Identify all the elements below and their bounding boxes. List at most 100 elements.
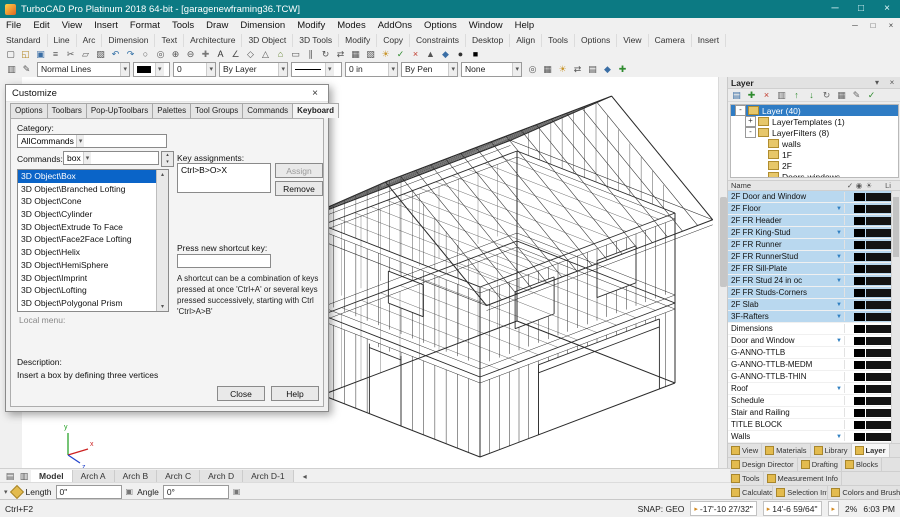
layer-row[interactable]: Schedule ▼: [728, 395, 891, 407]
layer-row[interactable]: 2F FR Stud 24 in oc ▼: [728, 275, 891, 287]
layer-lock-cell[interactable]: [844, 192, 853, 201]
layer-color-swatch[interactable]: [854, 420, 865, 429]
layer-tool-icon[interactable]: ↻: [820, 89, 833, 101]
toolbar-group-tab[interactable]: Tools: [542, 33, 575, 47]
layer-lock-cell[interactable]: [844, 204, 853, 213]
layer-lock-cell[interactable]: [844, 312, 853, 321]
scroll-up-icon[interactable]: ▴: [161, 171, 164, 178]
layer-pen-swatch[interactable]: [866, 372, 891, 381]
palette-tab[interactable]: View: [728, 444, 763, 457]
property-tool-icon[interactable]: ▥: [4, 63, 19, 75]
layer-tool-icon[interactable]: ✚: [745, 89, 758, 101]
toolbar-icon[interactable]: ▣: [33, 48, 48, 60]
toolbar-group-tab[interactable]: 3D Object: [242, 33, 294, 47]
layer-pen-swatch[interactable]: [866, 216, 891, 225]
command-list-item[interactable]: 3D Object\Lofting: [18, 284, 156, 297]
layer-visible-icon[interactable]: ▼: [834, 206, 844, 212]
property-tool-icon[interactable]: ⇄: [570, 63, 585, 75]
layer-color-swatch[interactable]: [854, 396, 865, 405]
toolbar-icon[interactable]: ∠: [228, 48, 243, 60]
layer-list-scrollbar[interactable]: [891, 191, 900, 443]
layer-pen-swatch[interactable]: [866, 360, 891, 369]
layer-color-swatch[interactable]: [854, 288, 865, 297]
palette-tab[interactable]: Measurement Info: [764, 472, 842, 485]
tree-expander-icon[interactable]: -: [745, 127, 756, 139]
layer-pen-swatch[interactable]: [866, 324, 891, 333]
layer-pen-swatch[interactable]: [866, 420, 891, 429]
layer-tool-icon[interactable]: ▤: [730, 89, 743, 101]
snap-mode[interactable]: SNAP: GEO: [638, 504, 685, 514]
layer-lock-cell[interactable]: [844, 432, 853, 441]
menu-item[interactable]: Draw: [200, 18, 234, 33]
by-layer-select[interactable]: By Layer ▾: [219, 61, 288, 77]
layer-lock-cell[interactable]: [844, 288, 853, 297]
layer-tool-icon[interactable]: ↓: [805, 89, 818, 101]
layer-tool-icon[interactable]: ↑: [790, 89, 803, 101]
menu-item[interactable]: Window: [463, 18, 509, 33]
layer-lock-cell[interactable]: [844, 372, 853, 381]
layer-color-swatch[interactable]: [854, 228, 865, 237]
minimize-icon[interactable]: ─: [822, 0, 848, 18]
mdi-close-icon[interactable]: ×: [882, 21, 900, 30]
layer-color-swatch[interactable]: [854, 204, 865, 213]
command-list-item[interactable]: 3D Object\Face2Face Lofting: [18, 233, 156, 246]
layer-color-swatch[interactable]: [854, 324, 865, 333]
layer-pen-swatch[interactable]: [866, 300, 891, 309]
sheet-tab[interactable]: Arch A: [72, 469, 115, 483]
layer-tree-item[interactable]: Doors-windows: [731, 171, 898, 178]
toolbar-icon[interactable]: ☀: [378, 48, 393, 60]
layer-tool-icon[interactable]: ▦: [835, 89, 848, 101]
command-list-item[interactable]: 3D Object\Branched Lofting: [18, 183, 156, 196]
menu-item[interactable]: Modify: [291, 18, 331, 33]
layer-tree-item[interactable]: 2F: [731, 160, 898, 171]
toolbar-group-tab[interactable]: Dimension: [102, 33, 156, 47]
dialog-tab[interactable]: Toolbars: [46, 103, 87, 118]
layer-row[interactable]: G-ANNO-TTLB-MEDM ▼: [728, 359, 891, 371]
layer-color-swatch[interactable]: [854, 192, 865, 201]
x-coordinate-field[interactable]: ▸ -17'-10 27/32": [690, 501, 757, 516]
commands-filter-input[interactable]: box ▾: [63, 151, 159, 165]
layer-pen-swatch[interactable]: [866, 432, 891, 441]
toolbar-icon[interactable]: ⊕: [168, 48, 183, 60]
layer-pen-swatch[interactable]: [866, 252, 891, 261]
layer-color-swatch[interactable]: [854, 408, 865, 417]
dialog-tab[interactable]: Keyboard: [292, 103, 340, 118]
layer-tree-item[interactable]: + LayerTemplates (1): [731, 116, 898, 128]
layer-row[interactable]: Roof ▼: [728, 383, 891, 395]
sheet-view-icon[interactable]: ▤: [3, 471, 17, 482]
property-tool-icon[interactable]: ☀: [555, 63, 570, 75]
assign-button[interactable]: Assign: [275, 163, 323, 178]
menu-item[interactable]: Insert: [88, 18, 124, 33]
palette-tab[interactable]: Materials: [762, 444, 811, 457]
sheet-tab[interactable]: Arch B: [114, 469, 158, 483]
menu-item[interactable]: Tools: [166, 18, 200, 33]
toolbar-icon[interactable]: ▱: [78, 48, 93, 60]
toolbar-icon[interactable]: ↻: [318, 48, 333, 60]
toolbar-icon[interactable]: ◇: [243, 48, 258, 60]
layer-pen-swatch[interactable]: [866, 204, 891, 213]
toolbar-icon[interactable]: ◆: [438, 48, 453, 60]
layer-lock-cell[interactable]: [844, 300, 853, 309]
toolbar-icon[interactable]: ⌂: [273, 48, 288, 60]
layer-visible-icon[interactable]: ▼: [834, 434, 844, 440]
layer-color-swatch[interactable]: [854, 252, 865, 261]
sheet-tab[interactable]: Arch C: [157, 469, 201, 483]
property-tool-icon[interactable]: ✚: [615, 63, 630, 75]
sheet-tab[interactable]: Model: [31, 469, 73, 483]
menu-item[interactable]: Help: [509, 18, 541, 33]
layer-row[interactable]: G-ANNO-TTLB-THIN ▼: [728, 371, 891, 383]
palette-tab[interactable]: Blocks: [842, 458, 883, 471]
layer-color-swatch[interactable]: [854, 300, 865, 309]
layer-pen-swatch[interactable]: [866, 396, 891, 405]
layer-visible-icon[interactable]: ▼: [834, 338, 844, 344]
layer-pen-swatch[interactable]: [866, 348, 891, 357]
command-list-item[interactable]: 3D Object\Cylinder: [18, 208, 156, 221]
tree-expander-icon[interactable]: +: [745, 116, 756, 128]
toolbar-icon[interactable]: ↶: [108, 48, 123, 60]
sheet-view-icon[interactable]: ▥: [17, 471, 31, 482]
layer-lock-cell[interactable]: [844, 384, 853, 393]
layer-visible-icon[interactable]: ▼: [834, 302, 844, 308]
y-coordinate-field[interactable]: ▸ 14'-6 59/64": [762, 501, 822, 516]
layer-visible-icon[interactable]: ▼: [834, 386, 844, 392]
layer-color-swatch[interactable]: [854, 216, 865, 225]
